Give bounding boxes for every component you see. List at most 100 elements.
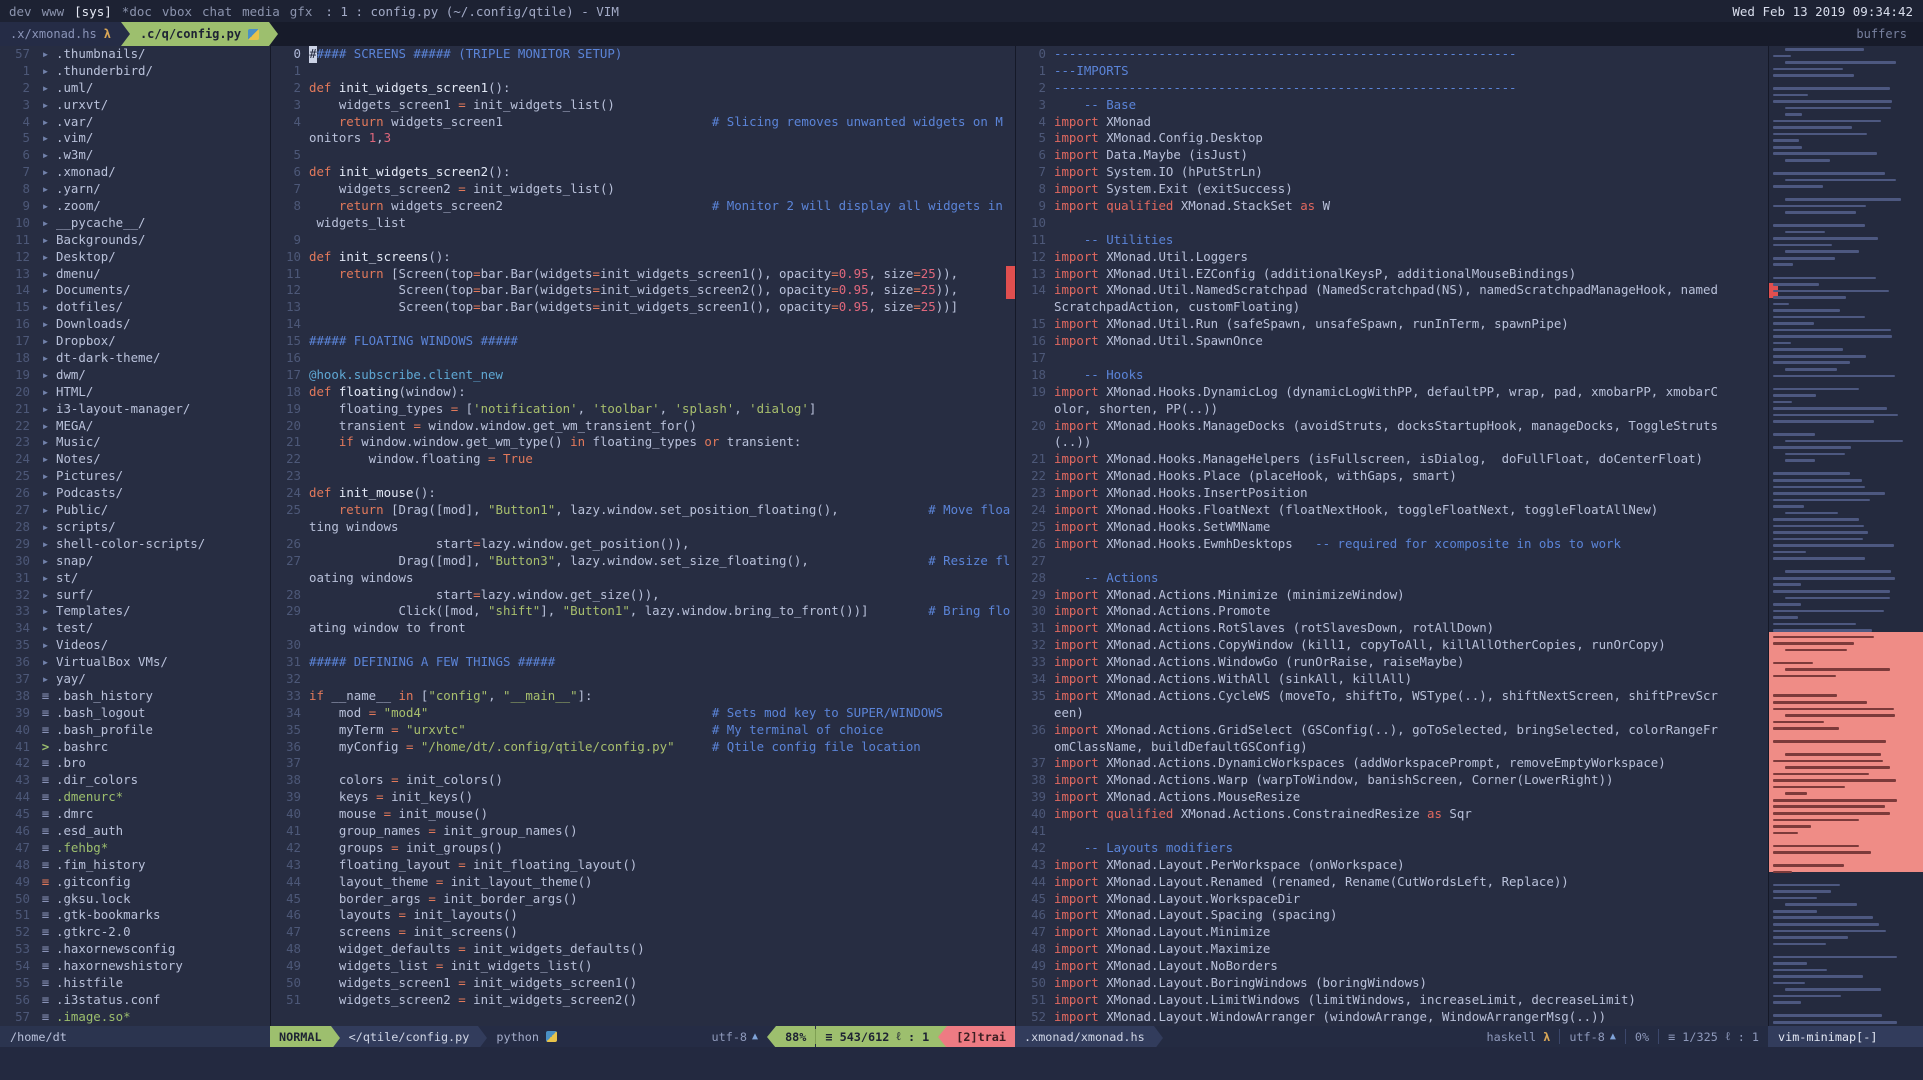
tree-item[interactable]: 15▸dotfiles/ [0,299,270,316]
code-line[interactable]: 12 Screen(top=bar.Bar(widgets=init_widge… [271,282,1015,299]
code-line[interactable]: 23import XMonad.Hooks.InsertPosition [1016,485,1768,502]
code-line[interactable]: 17@hook.subscribe.client_new [271,367,1015,384]
code-line[interactable]: 37 [271,755,1015,772]
code-line[interactable]: 20 transient = window.window.get_wm_tran… [271,418,1015,435]
tree-item[interactable]: 50≡.gksu.lock [0,891,270,908]
code-line[interactable]: 6import Data.Maybe (isJust) [1016,147,1768,164]
code-line[interactable]: 29 Click([mod, "shift"], "Button1", lazy… [271,603,1015,620]
code-line[interactable]: ting windows [271,519,1015,536]
code-line[interactable]: 14import XMonad.Util.NamedScratchpad (Na… [1016,282,1768,299]
tree-item[interactable]: 38≡.bash_history [0,688,270,705]
tree-item[interactable]: 5▸.vim/ [0,130,270,147]
code-line[interactable]: 21import XMonad.Hooks.ManageHelpers (isF… [1016,451,1768,468]
code-line[interactable]: 34import XMonad.Actions.WithAll (sinkAll… [1016,671,1768,688]
code-line[interactable]: widgets_list [271,215,1015,232]
code-line[interactable]: oating windows [271,570,1015,587]
tree-item[interactable]: 51≡.gtk-bookmarks [0,907,270,924]
tree-item[interactable]: 35▸Videos/ [0,637,270,654]
code-line[interactable]: 17 [1016,350,1768,367]
tree-item[interactable]: 6▸.w3m/ [0,147,270,164]
code-line[interactable]: (..)) [1016,434,1768,451]
tree-item[interactable]: 20▸HTML/ [0,384,270,401]
code-line[interactable]: 18 -- Hooks [1016,367,1768,384]
code-line[interactable]: omClassName, buildDefaultGSConfig) [1016,739,1768,756]
code-line[interactable]: 36 myConfig = "/home/dt/.config/qtile/co… [271,739,1015,756]
code-line[interactable]: 16import XMonad.Util.SpawnOnce [1016,333,1768,350]
code-line[interactable]: 26import XMonad.Hooks.EwmhDesktops -- re… [1016,536,1768,553]
code-line[interactable]: 2def init_widgets_screen1(): [271,80,1015,97]
tree-item[interactable]: 43≡.dir_colors [0,772,270,789]
tree-item[interactable]: 32▸surf/ [0,587,270,604]
code-line[interactable]: 39import XMonad.Actions.MouseResize [1016,789,1768,806]
code-line[interactable]: 37import XMonad.Actions.DynamicWorkspace… [1016,755,1768,772]
code-line[interactable]: 30 [271,637,1015,654]
code-line[interactable]: 3 widgets_screen1 = init_widgets_list() [271,97,1015,114]
code-line[interactable]: 1 [271,63,1015,80]
tree-item[interactable]: 12▸Desktop/ [0,249,270,266]
code-line[interactable]: 23 [271,468,1015,485]
code-line[interactable]: 45import XMonad.Layout.WorkspaceDir [1016,891,1768,908]
workspace-tag[interactable]: [sys] [69,4,117,19]
code-line[interactable]: 28 -- Actions [1016,570,1768,587]
tree-item[interactable]: 16▸Downloads/ [0,316,270,333]
code-line[interactable]: 43import XMonad.Layout.PerWorkspace (onW… [1016,857,1768,874]
code-line[interactable]: 13import XMonad.Util.EZConfig (additiona… [1016,266,1768,283]
tree-item[interactable]: 36▸VirtualBox VMs/ [0,654,270,671]
tree-item[interactable]: 37▸yay/ [0,671,270,688]
tree-item[interactable]: 18▸dt-dark-theme/ [0,350,270,367]
tree-item[interactable]: 49≡.gitconfig [0,874,270,891]
code-line[interactable]: 48import XMonad.Layout.Maximize [1016,941,1768,958]
code-line[interactable]: 15##### FLOATING WINDOWS ##### [271,333,1015,350]
tree-item[interactable]: 13▸dmenu/ [0,266,270,283]
tree-item[interactable]: 26▸Podcasts/ [0,485,270,502]
tree-item[interactable]: 2▸.uml/ [0,80,270,97]
tree-item[interactable]: 22▸MEGA/ [0,418,270,435]
code-line[interactable]: 32 [271,671,1015,688]
code-line[interactable]: 25 return [Drag([mod], "Button1", lazy.w… [271,502,1015,519]
tree-item[interactable]: 44≡.dmenurc* [0,789,270,806]
code-line[interactable]: 48 widget_defaults = init_widgets_defaul… [271,941,1015,958]
code-line[interactable]: 11 return [Screen(top=bar.Bar(widgets=in… [271,266,1015,283]
code-line[interactable]: 4import XMonad [1016,114,1768,131]
code-line[interactable]: onitors 1,3 [271,130,1015,147]
tree-item[interactable]: 25▸Pictures/ [0,468,270,485]
code-line[interactable]: 22import XMonad.Hooks.Place (placeHook, … [1016,468,1768,485]
code-line[interactable]: 11 -- Utilities [1016,232,1768,249]
tree-item[interactable]: 57≡.image.so* [0,1009,270,1026]
code-line[interactable]: 8 return widgets_screen2 # Monitor 2 wil… [271,198,1015,215]
code-line[interactable]: olor, shorten, PP(..)) [1016,401,1768,418]
code-line[interactable]: 14 [271,316,1015,333]
code-line[interactable]: 35import XMonad.Actions.CycleWS (moveTo,… [1016,688,1768,705]
code-line[interactable]: 24import XMonad.Hooks.FloatNext (floatNe… [1016,502,1768,519]
tree-item[interactable]: 33▸Templates/ [0,603,270,620]
tab-xmonad-hs[interactable]: .x/xmonad.hs λ [0,22,121,46]
tree-item[interactable]: 9▸.zoom/ [0,198,270,215]
tree-item[interactable]: 57▸.thumbnails/ [0,46,270,63]
tree-item[interactable]: 8▸.yarn/ [0,181,270,198]
code-line[interactable]: 24def init_mouse(): [271,485,1015,502]
code-line[interactable]: 1---IMPORTS [1016,63,1768,80]
code-line[interactable]: 34 mod = "mod4" # Sets mod key to SUPER/… [271,705,1015,722]
code-line[interactable]: 5 [271,147,1015,164]
tree-item[interactable]: 21▸i3-layout-manager/ [0,401,270,418]
code-line[interactable]: 30import XMonad.Actions.Promote [1016,603,1768,620]
tree-item[interactable]: 19▸dwm/ [0,367,270,384]
tree-item[interactable]: 39≡.bash_logout [0,705,270,722]
tree-item[interactable]: 28▸scripts/ [0,519,270,536]
workspace-tag[interactable]: chat [197,4,237,19]
code-line[interactable]: 29import XMonad.Actions.Minimize (minimi… [1016,587,1768,604]
code-line[interactable]: 36import XMonad.Actions.GridSelect (GSCo… [1016,722,1768,739]
code-line[interactable]: 49 widgets_list = init_widgets_list() [271,958,1015,975]
workspace-tag[interactable]: vbox [157,4,197,19]
code-line[interactable]: 27 [1016,553,1768,570]
tree-item[interactable]: 45≡.dmrc [0,806,270,823]
code-line[interactable]: 18def floating(window): [271,384,1015,401]
code-line[interactable]: 42 groups = init_groups() [271,840,1015,857]
workspace-tag[interactable]: gfx [285,4,318,19]
code-line[interactable]: 40 mouse = init_mouse() [271,806,1015,823]
code-line[interactable]: 41 group_names = init_group_names() [271,823,1015,840]
code-line[interactable]: 7 widgets_screen2 = init_widgets_list() [271,181,1015,198]
code-line[interactable]: 19import XMonad.Hooks.DynamicLog (dynami… [1016,384,1768,401]
code-line[interactable]: 21 if window.window.get_wm_type() in flo… [271,434,1015,451]
code-line[interactable]: 45 border_args = init_border_args() [271,891,1015,908]
